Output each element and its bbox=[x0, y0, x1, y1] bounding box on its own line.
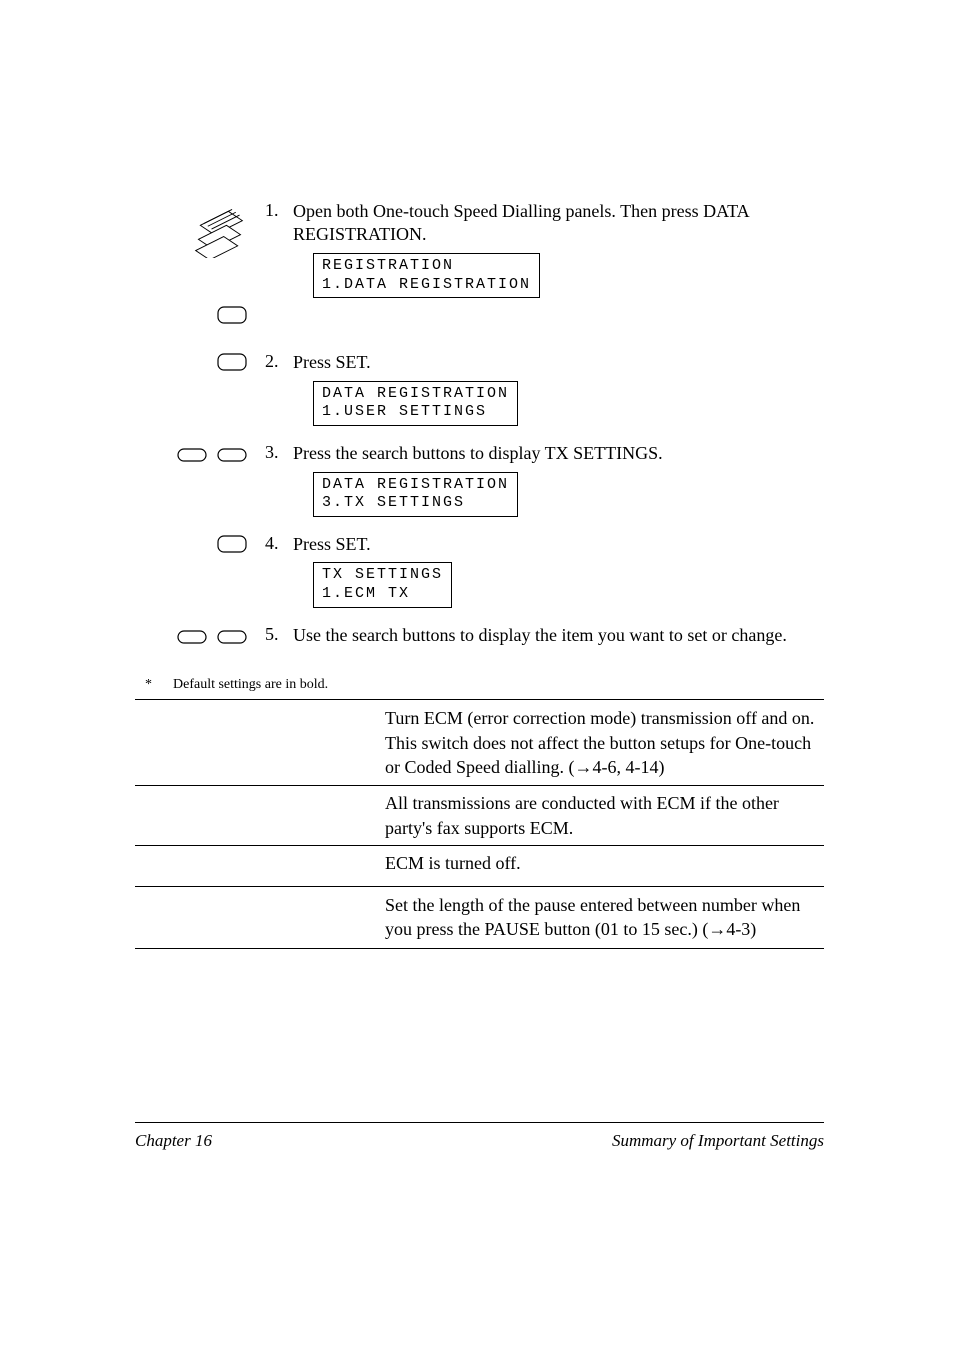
setting-description: Turn ECM (error correction mode) transmi… bbox=[385, 706, 824, 779]
lcd-display: TX SETTINGS 1.ECM TX bbox=[313, 562, 452, 608]
step-number: 3. bbox=[265, 442, 293, 463]
footnote: * Default settings are in bold. bbox=[135, 677, 824, 693]
step-text: Press SET. bbox=[293, 533, 824, 556]
search-buttons-icon bbox=[177, 626, 247, 646]
footnote-marker: * bbox=[145, 677, 152, 692]
search-buttons-icon bbox=[177, 444, 247, 464]
button-icon bbox=[217, 353, 247, 378]
lcd-display: DATA REGISTRATION 1.USER SETTINGS bbox=[313, 381, 518, 427]
footer-left: Chapter 16 bbox=[135, 1131, 212, 1151]
step-number: 4. bbox=[265, 533, 293, 554]
step-number: 2. bbox=[265, 351, 293, 372]
footer-right: Summary of Important Settings bbox=[612, 1131, 824, 1151]
settings-table: Turn ECM (error correction mode) transmi… bbox=[135, 699, 824, 948]
step-row: 3. Press the search buttons to display T… bbox=[135, 442, 824, 517]
setting-sub-description: All transmissions are conducted with ECM… bbox=[385, 791, 824, 840]
lcd-display: REGISTRATION 1.DATA REGISTRATION bbox=[313, 253, 540, 299]
page-footer: Chapter 16 Summary of Important Settings bbox=[135, 1122, 824, 1151]
step-row: 1. Open both One-touch Speed Dialling pa… bbox=[135, 200, 824, 298]
lcd-display: DATA REGISTRATION 3.TX SETTINGS bbox=[313, 472, 518, 518]
step-row: 5. Use the search buttons to display the… bbox=[135, 624, 824, 653]
setting-description: Set the length of the pause entered betw… bbox=[385, 893, 824, 942]
step-text: Open both One-touch Speed Dialling panel… bbox=[293, 200, 824, 247]
step-number: 5. bbox=[265, 624, 293, 645]
button-icon bbox=[217, 535, 247, 560]
step-text: Press the search buttons to display TX S… bbox=[293, 442, 824, 465]
table-row: Turn ECM (error correction mode) transmi… bbox=[135, 700, 824, 886]
step-row: 2. Press SET. DATA REGISTRATION 1.USER S… bbox=[135, 351, 824, 426]
step-number: 1. bbox=[265, 200, 293, 221]
footnote-text: Default settings are in bold. bbox=[173, 677, 328, 692]
step-row-extra-icon bbox=[135, 304, 824, 331]
table-row: Set the length of the pause entered betw… bbox=[135, 886, 824, 948]
setting-sub-description: ECM is turned off. bbox=[385, 851, 824, 875]
step-row: 4. Press SET. TX SETTINGS 1.ECM TX bbox=[135, 533, 824, 608]
dial-panel-icon bbox=[191, 202, 247, 263]
step-text: Press SET. bbox=[293, 351, 824, 374]
button-icon bbox=[217, 306, 247, 331]
step-text: Use the search buttons to display the it… bbox=[293, 624, 824, 647]
